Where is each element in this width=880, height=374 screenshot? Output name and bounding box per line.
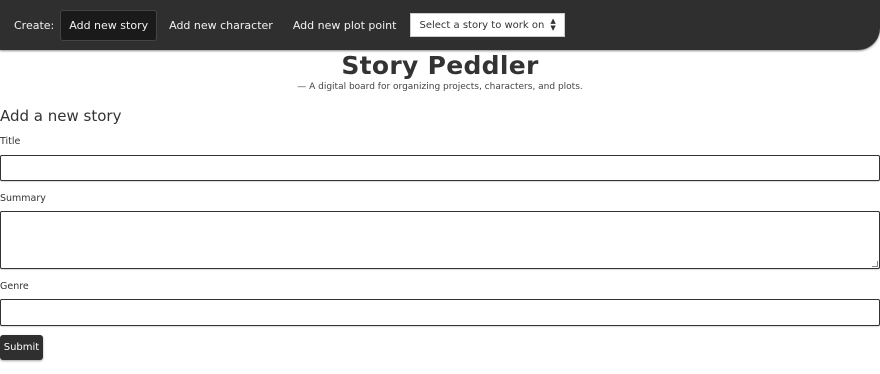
- summary-label: Summary: [0, 193, 46, 204]
- genre-label: Genre: [0, 281, 29, 292]
- resize-grip-icon[interactable]: [872, 261, 878, 267]
- site-title: Story Peddler: [341, 51, 539, 80]
- sort-caret-icon: ▲ ▼: [550, 17, 556, 32]
- title-label: Title: [0, 136, 21, 147]
- nav-add-new-plot-point[interactable]: Add new plot point: [285, 11, 405, 40]
- top-navbar: Create: Add new story Add new character …: [0, 0, 880, 50]
- story-select-value: Select a story to work on: [419, 19, 545, 31]
- nav-add-new-story[interactable]: Add new story: [60, 9, 158, 41]
- site-tagline: — A digital board for organizing project…: [297, 82, 583, 92]
- form-heading: Add a new story: [0, 107, 122, 125]
- story-select-dropdown[interactable]: Select a story to work on ▲ ▼: [410, 13, 565, 37]
- nav-add-new-character[interactable]: Add new character: [161, 11, 281, 40]
- create-label: Create:: [14, 18, 55, 32]
- page-header: Story Peddler — A digital board for orga…: [0, 50, 880, 92]
- genre-input[interactable]: [0, 299, 880, 326]
- summary-textarea[interactable]: [0, 211, 880, 269]
- title-input[interactable]: [0, 155, 880, 181]
- submit-button[interactable]: Submit: [0, 335, 43, 360]
